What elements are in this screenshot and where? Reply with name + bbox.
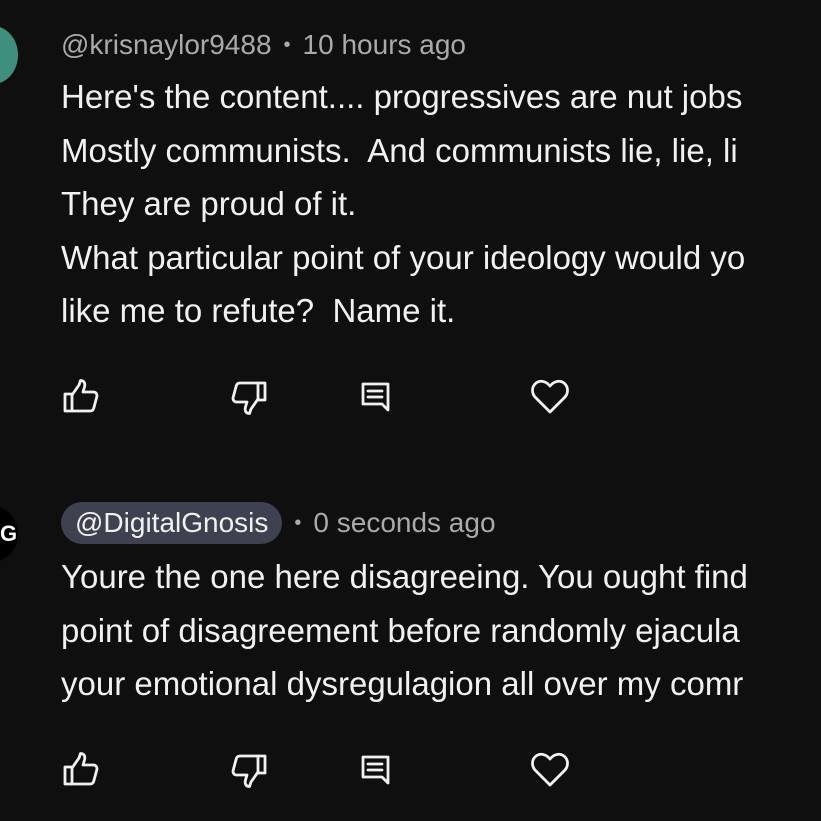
comment-line: your emotional dysregulagion all over my… — [61, 665, 744, 702]
separator-dot: • — [283, 33, 291, 56]
comment-line: They are proud of it. — [61, 185, 357, 222]
heart-icon — [531, 752, 569, 787]
comment-author[interactable]: @krisnaylor9488 — [61, 29, 272, 61]
heart-button[interactable] — [528, 748, 572, 792]
comment-actions — [0, 375, 821, 419]
comment-line: What particular point of your ideology w… — [61, 238, 746, 276]
comment-timestamp: 0 seconds ago — [313, 507, 496, 538]
reply-icon — [361, 382, 390, 412]
avatar[interactable]: G — [0, 506, 18, 562]
thumbs-up-icon — [63, 752, 99, 786]
dislike-button[interactable] — [227, 748, 271, 792]
comment-author-pill[interactable]: @DigitalGnosis — [61, 502, 283, 544]
like-button[interactable] — [59, 375, 103, 419]
heart-button[interactable] — [528, 375, 572, 419]
reply-icon — [361, 755, 390, 785]
reply-button[interactable] — [353, 375, 397, 419]
reply-button[interactable] — [353, 748, 397, 792]
comment-actions — [0, 748, 821, 792]
like-button[interactable] — [59, 748, 103, 792]
comment-line: Here's the content.... progressives are … — [61, 78, 743, 115]
thumbs-down-icon — [231, 754, 267, 788]
separator-dot: • — [294, 511, 302, 534]
comment-line: like me to refute? Name it. — [61, 292, 456, 329]
comment-line: point of disagreement before randomly ej… — [61, 611, 740, 649]
comment-body: Here's the content.... progressives are … — [61, 70, 745, 338]
avatar-glyph: G — [0, 521, 18, 546]
comment-header: @krisnaylor9488 • 10 hours ago — [61, 26, 466, 64]
dislike-button[interactable] — [227, 375, 271, 419]
comment-line: Mostly communists. And communists lie, l… — [61, 131, 738, 169]
thumbs-up-icon — [63, 379, 99, 413]
comments-screen: @krisnaylor9488 • 10 hours ago Here's th… — [0, 0, 821, 821]
thumbs-down-icon — [231, 381, 267, 415]
heart-icon — [531, 379, 569, 414]
comment-timestamp: 10 hours ago — [302, 29, 467, 60]
comment-line: Youre the one here disagreeing. You ough… — [61, 558, 748, 595]
comment-header: @DigitalGnosis • 0 seconds ago — [61, 502, 496, 544]
comment-body: Youre the one here disagreeing. You ough… — [61, 550, 748, 711]
avatar[interactable] — [0, 26, 18, 84]
